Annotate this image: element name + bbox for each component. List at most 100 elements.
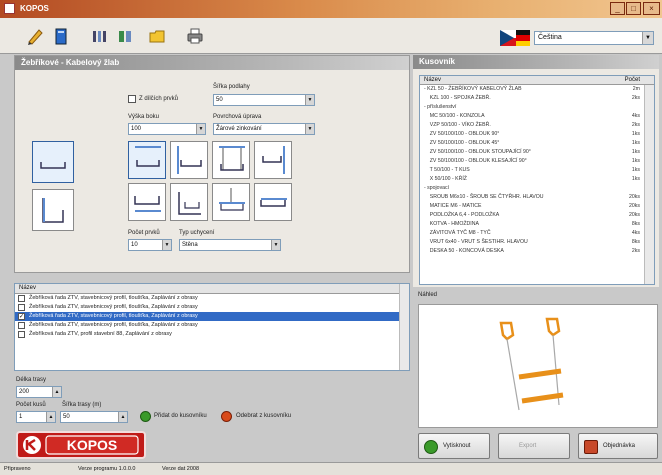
composition-row[interactable]: ZV 50/100/100 - OBLOUK KLESAJÍCÍ 90° 1ks	[420, 157, 654, 166]
count-select[interactable]: 10 ▼	[128, 239, 172, 251]
count-value: 10	[131, 242, 138, 248]
language-select[interactable]: Čeština ▼	[534, 31, 654, 45]
fitting-bracket-icon	[177, 146, 202, 174]
add-icon[interactable]	[140, 411, 151, 422]
composition-row[interactable]: ZV 50/100/100 - OBLOUK 90° 1ks	[420, 130, 654, 139]
composition-row[interactable]: KZL 100 - SPOJKA ŽEBŘ. 2ks	[420, 94, 654, 103]
composition-row[interactable]: DESKA 50 - KONCOVÁ DESKA 2ks	[420, 247, 654, 256]
kopos-logo-mark: KOPOS	[23, 435, 139, 455]
composition-header: Název Počet	[420, 76, 654, 85]
mount-type-label: Typ uchycení	[179, 230, 215, 236]
remove-icon[interactable]	[221, 411, 232, 422]
print-button[interactable]: Vytisknout	[418, 433, 490, 459]
new-project-button[interactable]	[24, 25, 46, 47]
open-button[interactable]	[50, 25, 72, 47]
product-row[interactable]: Žebříková řada ZTV, stavebnicový profil,…	[15, 321, 409, 330]
product-checkbox[interactable]	[18, 322, 25, 329]
order-button[interactable]: Objednávka	[578, 433, 658, 459]
composition-row[interactable]: MC 50/100 - KONZOLA 4ks	[420, 112, 654, 121]
wall-height-select[interactable]: 100 ▼	[128, 123, 206, 135]
pencil-icon	[28, 29, 43, 45]
composition-row[interactable]: ZV 50/100/100 - OBLOUK STOUPAJÍCÍ 90° 1ks	[420, 148, 654, 157]
composition-row-name: - spojovací	[424, 185, 450, 191]
language-value: Čeština	[538, 34, 562, 41]
product-checkbox[interactable]	[18, 331, 25, 338]
quantity-input[interactable]: 1 ▲	[16, 411, 56, 423]
composition-row[interactable]: - příslušenství	[420, 103, 654, 112]
composition-row[interactable]: VRUT 6x40 - VRUT S ŠESTIHR. HLAVOU 8ks	[420, 238, 654, 247]
fitting-thumb-6[interactable]	[170, 183, 208, 221]
products-list[interactable]: Název Žebříková řada ZTV, stavebnicový p…	[14, 283, 410, 371]
print-icon	[424, 440, 438, 454]
fitting-thumb-8[interactable]	[254, 183, 292, 221]
composition-col-name: Název	[424, 77, 442, 83]
composition-row[interactable]: MATICE M6 - MATICE 20ks	[420, 202, 654, 211]
composition-row[interactable]: ZV 50/100/100 - OBLOUK 45° 1ks	[420, 139, 654, 148]
close-button[interactable]: ×	[643, 2, 660, 15]
composition-row-qty: 4ks	[631, 230, 640, 236]
composition-row-qty: 20ks	[629, 194, 640, 200]
composition-row[interactable]: X 50/100 - KŘÍŽ 1ks	[420, 175, 654, 184]
composition-row-name: KZL 100 - SPOJKA ŽEBŘ.	[424, 95, 491, 101]
single-parts-checkbox[interactable]	[128, 95, 136, 103]
fitting-thumb-1[interactable]	[128, 141, 166, 179]
surface-select[interactable]: Žárové zinkování ▼	[213, 123, 315, 135]
type-thumb-straight[interactable]	[32, 141, 74, 183]
add-to-list-button[interactable]: Přidat do kusovníku	[154, 413, 207, 419]
composition-scrollbar[interactable]	[644, 85, 654, 284]
type-thumb-vertical[interactable]	[32, 189, 74, 231]
track-width-input[interactable]: 50 ▲	[60, 411, 128, 423]
composition-row[interactable]: - KZL 50 - ŽEBŘÍKOVÝ KABELOVÝ ŽLAB 2m	[420, 85, 654, 94]
composition-title: Kusovník	[413, 55, 659, 69]
composition-row[interactable]: ZÁVITOVÁ TYČ M8 - TYČ 4ks	[420, 229, 654, 238]
fitting-thumb-3[interactable]	[212, 141, 250, 179]
composition-row[interactable]: PODLOŽKA 6,4 - PODLOŽKA 20ks	[420, 211, 654, 220]
product-checkbox[interactable]	[18, 304, 25, 311]
composition-tree[interactable]: Název Počet - KZL 50 - ŽEBŘÍKOVÝ KABELOV…	[419, 75, 655, 285]
composition-row-qty: 4ks	[631, 113, 640, 119]
remove-from-list-button[interactable]: Odebrat z kusovníku	[236, 413, 291, 419]
product-checkbox[interactable]: ✓	[18, 313, 25, 320]
product-row[interactable]: Žebříková řada ZTV, stavebnicový profil,…	[15, 303, 409, 312]
minimize-button[interactable]: _	[610, 2, 625, 15]
spinner-icon: ▲	[46, 412, 55, 422]
product-row[interactable]: ✓ Žebříková řada ZTV, stavebnicový profil…	[15, 312, 409, 321]
product-checkbox[interactable]	[18, 295, 25, 302]
app-icon	[4, 3, 15, 14]
export-button[interactable]: Export	[498, 433, 570, 459]
length-input[interactable]: 200 ▲	[16, 386, 62, 398]
columns-button[interactable]	[88, 25, 110, 47]
product-row[interactable]: Žebříková řada ZTV, stavebnicový profil,…	[15, 294, 409, 303]
layout-button[interactable]	[114, 25, 136, 47]
printer-button[interactable]	[184, 25, 206, 47]
width-select[interactable]: 50 ▼	[213, 94, 315, 106]
wall-height-value: 100	[131, 126, 142, 132]
fitting-thumb-7[interactable]	[212, 183, 250, 221]
track-width-value: 50	[63, 414, 70, 420]
fitting-thumb-5[interactable]	[128, 183, 166, 221]
track-width-label: Šířka trasy (m)	[62, 402, 102, 408]
mount-type-select[interactable]: Stěna ▼	[179, 239, 281, 251]
product-row-text: Žebříková řada ZTV, stavebnicový profil,…	[29, 304, 198, 310]
composition-row[interactable]: KOTVA - HMOŽDINA 8ks	[420, 220, 654, 229]
chevron-down-icon: ▼	[305, 124, 314, 134]
composition-row-qty: 20ks	[629, 212, 640, 218]
folder-button[interactable]	[146, 25, 168, 47]
fitting-rod-icon	[219, 188, 245, 211]
book-icon	[55, 28, 67, 45]
products-scrollbar[interactable]	[399, 284, 409, 370]
composition-row[interactable]: SROUB M6x10 - ŠROUB SE ČTYŘHR. HLAVOU 20k…	[420, 193, 654, 202]
composition-row[interactable]: T 50/100 - T KUS 1ks	[420, 166, 654, 175]
composition-row[interactable]: - spojovací	[420, 184, 654, 193]
product-row[interactable]: Žebříková řada ZTV, profil stavební 88, …	[15, 330, 409, 339]
fitting-thumb-4[interactable]	[254, 141, 292, 179]
composition-row-name: ZV 50/100/100 - OBLOUK STOUPAJÍCÍ 90°	[424, 149, 531, 155]
chevron-down-icon: ▼	[162, 240, 171, 250]
composition-row[interactable]: VZP 50/100 - VÍKO ŽEBŘ. 2ks	[420, 121, 654, 130]
composition-row-qty: 1ks	[631, 158, 640, 164]
products-header: Název	[15, 284, 409, 294]
composition-row-name: T 50/100 - T KUS	[424, 167, 470, 173]
maximize-button[interactable]: □	[626, 2, 641, 15]
fitting-thumb-2[interactable]	[170, 141, 208, 179]
composition-row-name: - KZL 50 - ŽEBŘÍKOVÝ KABELOVÝ ŽLAB	[424, 86, 522, 92]
